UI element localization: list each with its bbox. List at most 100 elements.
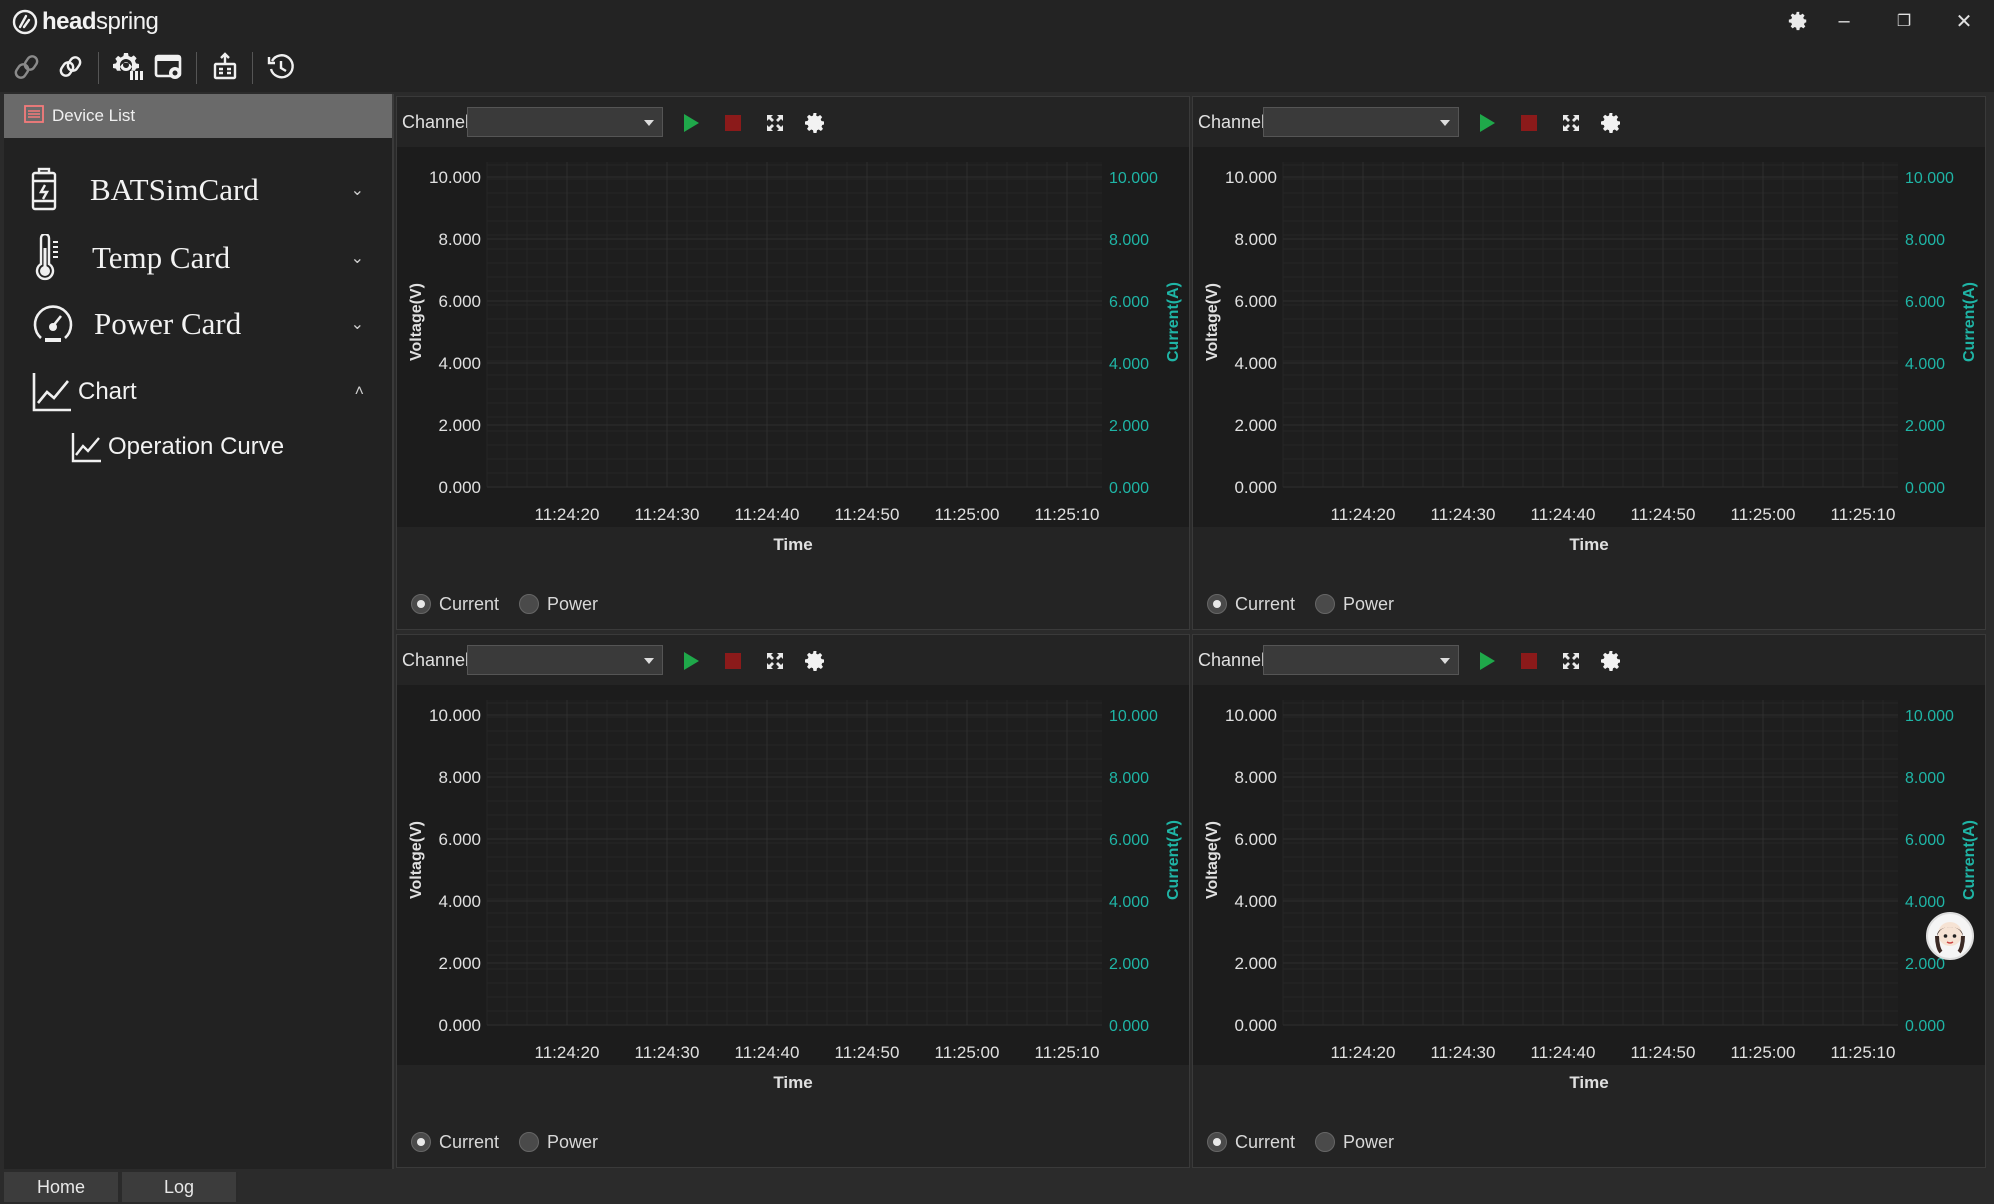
x-tick-label: 11:24:30 (1431, 505, 1496, 524)
sidebar-item-power-card[interactable]: Power Card ⌄ (4, 296, 394, 352)
current-radio[interactable]: Current (411, 594, 499, 615)
stop-button[interactable] (719, 647, 747, 675)
channel-select[interactable] (1263, 645, 1459, 675)
chevron-up-icon[interactable]: ˄ (355, 383, 364, 401)
channel-select[interactable] (1263, 107, 1459, 137)
sidebar-item-operation-curve[interactable]: Operation Curve (4, 424, 394, 470)
chart-area: 0.000 0.000 2.000 2.000 4.000 4.000 6.000 6.000… (397, 685, 1189, 1065)
radio-dot (1207, 1132, 1227, 1152)
x-tick-label: 11:25:10 (1831, 1043, 1896, 1062)
play-button[interactable] (1473, 647, 1501, 675)
channel-label: Channel (402, 650, 470, 670)
link-disconnect-icon[interactable] (8, 48, 46, 86)
tab-log[interactable]: Log (122, 1172, 238, 1202)
y2-axis-title: Current(A) (1165, 820, 1182, 900)
device-settings-icon[interactable] (109, 48, 147, 86)
y-tick-label: 4.000 (438, 354, 481, 373)
fullscreen-icon[interactable] (761, 109, 789, 137)
radio-dot (1315, 594, 1336, 614)
fullscreen-icon[interactable] (1557, 647, 1585, 675)
y-tick-label: 4.000 (1234, 354, 1277, 373)
assistant-avatar[interactable] (1926, 912, 1974, 960)
stop-button[interactable] (719, 109, 747, 137)
y2-tick-label: 6.000 (1905, 294, 1945, 311)
link-connect-icon[interactable] (52, 48, 90, 86)
chart-settings-icon[interactable] (801, 109, 829, 137)
power-radio[interactable]: Power (519, 1132, 598, 1153)
y2-tick-label: 0.000 (1109, 480, 1149, 497)
dropdown-arrow-icon (1440, 120, 1450, 126)
x-axis-title: Time (1569, 535, 1609, 554)
y-tick-label: 10.000 (429, 168, 481, 187)
minimize-button[interactable]: – (1824, 4, 1864, 38)
radio-dot (519, 594, 540, 614)
chart-icon (30, 371, 74, 413)
channel-select[interactable] (467, 107, 663, 137)
y-tick-label: 6.000 (438, 292, 481, 311)
power-radio[interactable]: Power (1315, 1132, 1394, 1153)
thermometer-icon (30, 234, 66, 282)
y2-axis-title: Current(A) (1961, 282, 1978, 362)
y-tick-label: 6.000 (1234, 292, 1277, 311)
restore-button[interactable]: ❐ (1884, 4, 1924, 38)
chart-area: 0.000 0.000 2.000 2.000 4.000 4.000 6.000 6.000… (1193, 685, 1985, 1065)
chart-settings-icon[interactable] (1597, 109, 1625, 137)
sidebar-item-chart[interactable]: Chart ˄ (4, 364, 394, 420)
sidebar-item-label: Power Card (94, 306, 242, 341)
chevron-down-icon[interactable]: ⌄ (351, 248, 364, 268)
y-axis-title: Voltage(V) (408, 821, 425, 899)
fullscreen-icon[interactable] (1557, 109, 1585, 137)
fullscreen-icon[interactable] (761, 647, 789, 675)
x-tick-label: 11:24:50 (1631, 505, 1696, 524)
y2-tick-label: 2.000 (1905, 956, 1945, 973)
chart-area: 0.000 0.000 2.000 2.000 4.000 4.000 6.000 6.000… (397, 147, 1189, 527)
upgrade-icon[interactable] (206, 48, 244, 86)
x-tick-label: 11:24:20 (535, 1043, 600, 1062)
sidebar-item-temp-card[interactable]: Temp Card ⌄ (4, 230, 394, 286)
chevron-down-icon[interactable]: ⌄ (351, 180, 364, 200)
dropdown-arrow-icon (644, 120, 654, 126)
radio-label: Current (439, 593, 500, 614)
tab-home[interactable]: Home (4, 1172, 120, 1202)
chevron-down-icon[interactable]: ⌄ (351, 314, 364, 334)
x-tick-label: 11:24:20 (535, 505, 600, 524)
device-list-title: Device List (52, 106, 136, 125)
history-icon[interactable] (262, 48, 300, 86)
app-name: headspring (42, 8, 159, 35)
sidebar-item-batsimcard[interactable]: BATSimCard ⌄ (4, 162, 394, 218)
radio-dot (519, 1132, 540, 1152)
power-radio[interactable]: Power (1315, 594, 1394, 615)
device-list-header[interactable]: Device List (4, 94, 392, 138)
y2-tick-label: 6.000 (1109, 832, 1149, 849)
x-tick-label: 11:24:50 (835, 505, 900, 524)
chart-settings-icon[interactable] (1597, 647, 1625, 675)
device-config-icon[interactable] (150, 48, 188, 86)
channel-label: Channel (1198, 650, 1266, 670)
y2-tick-label: 8.000 (1109, 770, 1149, 787)
current-radio[interactable]: Current (1207, 594, 1295, 615)
y2-tick-label: 4.000 (1109, 894, 1149, 911)
chart-settings-icon[interactable] (801, 647, 829, 675)
series-radio-group: Current Power (1207, 589, 1394, 619)
chart-panel: Channel Current Power 0.000 0.000 2.000 … (396, 96, 1190, 630)
play-button[interactable] (677, 109, 705, 137)
radio-label: Current (1235, 1131, 1296, 1152)
current-radio[interactable]: Current (1207, 1132, 1295, 1153)
y2-tick-label: 0.000 (1905, 480, 1945, 497)
current-radio[interactable]: Current (411, 1132, 499, 1153)
y-tick-label: 8.000 (438, 768, 481, 787)
gauge-icon (30, 302, 76, 346)
x-tick-label: 11:24:30 (635, 1043, 700, 1062)
play-button[interactable] (677, 647, 705, 675)
x-tick-label: 11:24:20 (1331, 1043, 1396, 1062)
play-button[interactable] (1473, 109, 1501, 137)
power-radio[interactable]: Power (519, 594, 598, 615)
channel-select[interactable] (467, 645, 663, 675)
plot-area (1283, 162, 1898, 487)
settings-icon[interactable] (1778, 4, 1818, 38)
stop-button[interactable] (1515, 109, 1543, 137)
stop-button[interactable] (1515, 647, 1543, 675)
close-button[interactable]: ✕ (1944, 4, 1984, 38)
x-tick-label: 11:25:10 (1035, 505, 1100, 524)
y-tick-label: 6.000 (1234, 830, 1277, 849)
